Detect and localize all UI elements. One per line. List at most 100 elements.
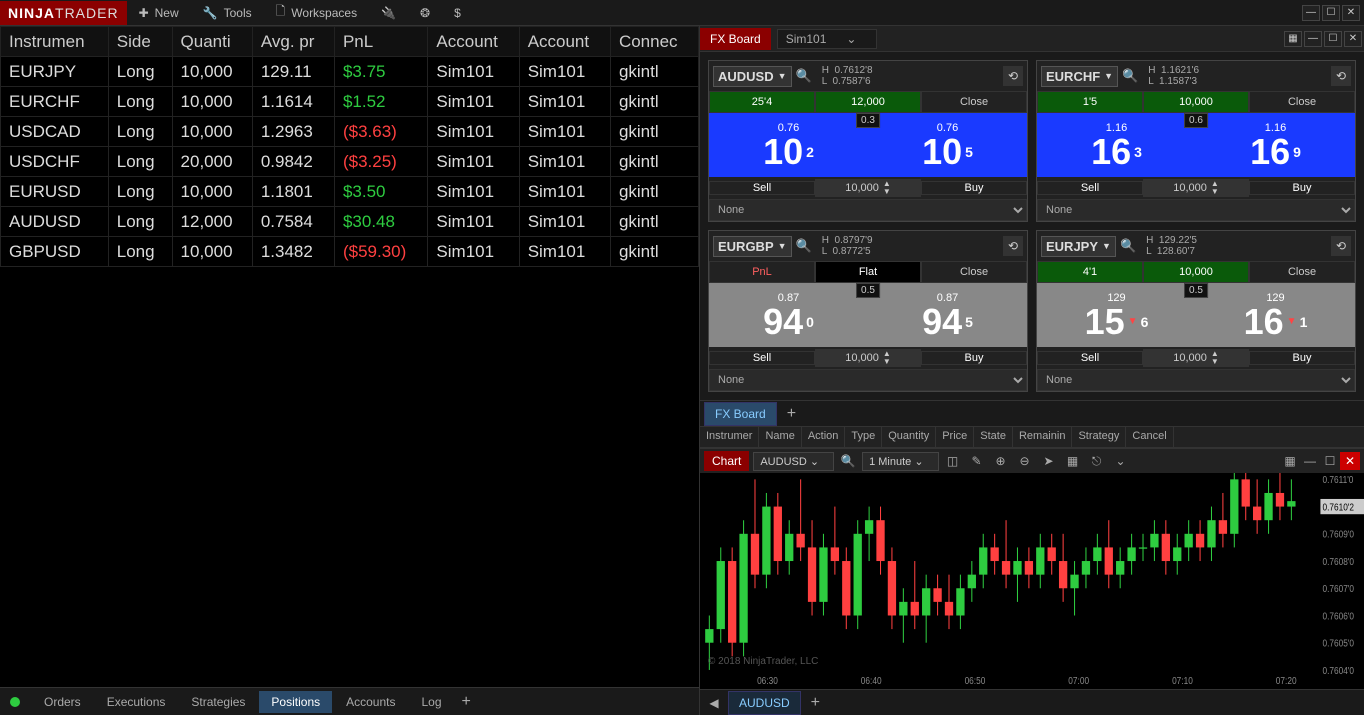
orders-column[interactable]: Type: [845, 427, 882, 447]
orders-column[interactable]: Name: [759, 427, 801, 447]
chart-minimize-button[interactable]: —: [1300, 452, 1320, 470]
tab-executions[interactable]: Executions: [95, 691, 178, 713]
chart-link-button[interactable]: ▦: [1280, 452, 1300, 470]
tile-bid-panel[interactable]: 0.76 102: [709, 113, 868, 177]
table-row[interactable]: EURUSDLong10,0001.1801$3.50Sim101Sim101g…: [1, 177, 699, 207]
chart-search-icon[interactable]: 🔍: [838, 452, 858, 470]
search-icon[interactable]: 🔍: [796, 68, 812, 84]
tab-orders[interactable]: Orders: [32, 691, 93, 713]
chart-cursor-icon[interactable]: ➤: [1039, 452, 1059, 470]
chart-timeframe-selector[interactable]: 1 Minute ⌄: [862, 452, 938, 471]
menu-help[interactable]: ❂: [408, 0, 442, 25]
table-row[interactable]: AUDUSDLong12,0000.7584$30.48Sim101Sim101…: [1, 207, 699, 237]
tile-ask-panel[interactable]: 129 16▼1: [1196, 283, 1355, 347]
tile-order-type[interactable]: None: [709, 369, 1027, 391]
tab-accounts[interactable]: Accounts: [334, 691, 407, 713]
close-button[interactable]: ✕: [1342, 5, 1360, 21]
chart-draw-icon[interactable]: ✎: [967, 452, 987, 470]
column-header[interactable]: Instrumen: [1, 27, 109, 57]
tile-qty-input[interactable]: 10,000 ▲▼: [1143, 179, 1249, 197]
column-header[interactable]: Avg. pr: [252, 27, 334, 57]
orders-column[interactable]: Action: [802, 427, 846, 447]
minimize-button[interactable]: —: [1302, 5, 1320, 21]
orders-column[interactable]: Price: [936, 427, 974, 447]
tile-symbol-selector[interactable]: EURGBP▼: [713, 236, 792, 257]
tile-symbol-selector[interactable]: EURCHF▼: [1041, 66, 1118, 87]
tile-sell-button[interactable]: Sell: [709, 351, 815, 365]
tile-ask-panel[interactable]: 1.16 169: [1196, 113, 1355, 177]
maximize-button[interactable]: ☐: [1322, 5, 1340, 21]
tile-sell-button[interactable]: Sell: [1037, 181, 1143, 195]
fx-link-button[interactable]: ▦: [1284, 31, 1302, 47]
chart-body[interactable]: 0.7611'00.7610'20.7609'00.7608'00.7607'0…: [700, 473, 1364, 689]
column-header[interactable]: Quanti: [172, 27, 252, 57]
orders-column[interactable]: Remainin: [1013, 427, 1072, 447]
column-header[interactable]: PnL: [334, 27, 427, 57]
chart-symbol-selector[interactable]: AUDUSD ⌄: [753, 452, 834, 471]
tile-sell-button[interactable]: Sell: [1037, 351, 1143, 365]
fx-add-tab[interactable]: +: [781, 403, 802, 425]
tile-bid-panel[interactable]: 129 15▼6: [1037, 283, 1196, 347]
table-row[interactable]: USDCHFLong20,0000.9842($3.25)Sim101Sim10…: [1, 147, 699, 177]
tile-buy-button[interactable]: Buy: [921, 351, 1027, 365]
fx-minimize-button[interactable]: —: [1304, 31, 1322, 47]
menu-currency[interactable]: $: [442, 0, 473, 25]
menu-tools[interactable]: 🔧Tools: [191, 0, 264, 25]
orders-column[interactable]: Instrumer: [700, 427, 759, 447]
orders-column[interactable]: Strategy: [1072, 427, 1126, 447]
orders-column[interactable]: State: [974, 427, 1013, 447]
menu-workspaces[interactable]: 🗋Workspaces: [264, 0, 369, 25]
tile-symbol-selector[interactable]: EURJPY▼: [1041, 236, 1116, 257]
tile-flip-button[interactable]: ⟲: [1003, 236, 1023, 256]
fx-close-button[interactable]: ✕: [1344, 31, 1362, 47]
tile-qty-input[interactable]: 10,000 ▲▼: [815, 349, 921, 367]
tab-strategies[interactable]: Strategies: [179, 691, 257, 713]
tab-log[interactable]: Log: [409, 691, 453, 713]
tile-bid-panel[interactable]: 0.87 940: [709, 283, 868, 347]
chart-indicators-icon[interactable]: ◫: [943, 452, 963, 470]
table-row[interactable]: GBPUSDLong10,0001.3482($59.30)Sim101Sim1…: [1, 237, 699, 267]
chart-tab[interactable]: AUDUSD: [728, 691, 801, 715]
search-icon[interactable]: 🔍: [796, 238, 812, 254]
tile-buy-button[interactable]: Buy: [1249, 181, 1355, 195]
tile-flip-button[interactable]: ⟲: [1331, 236, 1351, 256]
tile-flip-button[interactable]: ⟲: [1331, 66, 1351, 86]
add-tab-button[interactable]: +: [456, 691, 477, 713]
chart-maximize-button[interactable]: ☐: [1320, 452, 1340, 470]
table-row[interactable]: USDCADLong10,0001.2963($3.63)Sim101Sim10…: [1, 117, 699, 147]
column-header[interactable]: Connec: [610, 27, 698, 57]
chart-close-button[interactable]: ✕: [1340, 452, 1360, 470]
account-selector[interactable]: Sim101⌄: [777, 29, 878, 49]
tile-order-type[interactable]: None: [1037, 199, 1355, 221]
column-header[interactable]: Side: [108, 27, 172, 57]
tile-bid-panel[interactable]: 1.16 163: [1037, 113, 1196, 177]
table-row[interactable]: EURCHFLong10,0001.1614$1.52Sim101Sim101g…: [1, 87, 699, 117]
chart-data-icon[interactable]: ▦: [1063, 452, 1083, 470]
chart-props-icon[interactable]: ⌄: [1111, 452, 1131, 470]
tile-ask-panel[interactable]: 0.87 945: [868, 283, 1027, 347]
tab-positions[interactable]: Positions: [259, 691, 332, 713]
chart-add-tab[interactable]: +: [805, 692, 826, 714]
search-icon[interactable]: 🔍: [1120, 238, 1136, 254]
tile-close-button[interactable]: Close: [921, 261, 1027, 283]
tile-buy-button[interactable]: Buy: [1249, 351, 1355, 365]
tile-order-type[interactable]: None: [1037, 369, 1355, 391]
tile-symbol-selector[interactable]: AUDUSD▼: [713, 66, 792, 87]
tile-flip-button[interactable]: ⟲: [1003, 66, 1023, 86]
chart-trader-icon[interactable]: ⎋: [1087, 452, 1107, 470]
fx-board-tab[interactable]: FX Board: [704, 402, 777, 426]
tile-close-button[interactable]: Close: [921, 91, 1027, 113]
tile-sell-button[interactable]: Sell: [709, 181, 815, 195]
tile-pnl-button[interactable]: PnL: [709, 261, 815, 283]
fx-maximize-button[interactable]: ☐: [1324, 31, 1342, 47]
tile-buy-button[interactable]: Buy: [921, 181, 1027, 195]
search-icon[interactable]: 🔍: [1122, 68, 1138, 84]
column-header[interactable]: Account: [519, 27, 610, 57]
tile-close-button[interactable]: Close: [1249, 91, 1355, 113]
tile-qty-input[interactable]: 10,000 ▲▼: [815, 179, 921, 197]
orders-column[interactable]: Quantity: [882, 427, 936, 447]
orders-column[interactable]: Cancel: [1126, 427, 1173, 447]
chart-zoomout-icon[interactable]: ⊖: [1015, 452, 1035, 470]
tile-ask-panel[interactable]: 0.76 105: [868, 113, 1027, 177]
table-row[interactable]: EURJPYLong10,000129.11$3.75Sim101Sim101g…: [1, 57, 699, 87]
